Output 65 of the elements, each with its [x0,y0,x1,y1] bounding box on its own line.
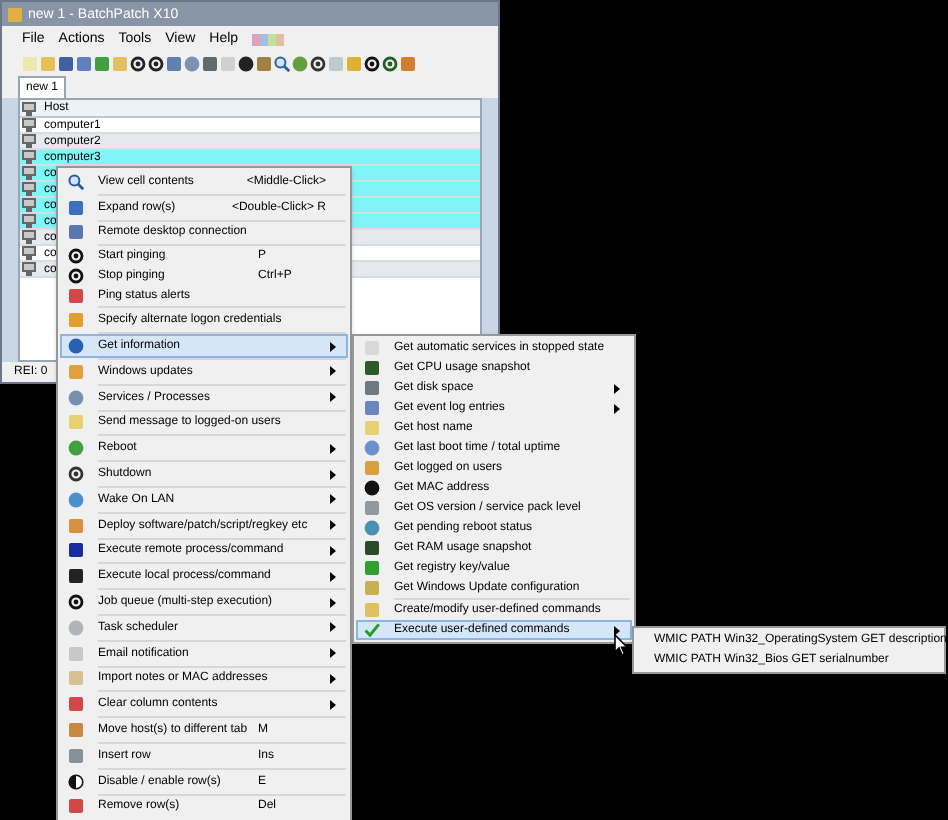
magnifier-icon[interactable] [274,56,290,72]
submenu-arrow-icon [330,622,336,633]
square-icon [364,400,380,416]
submenu-arrow-icon [330,494,336,505]
submenu-arrow-icon [330,545,336,556]
submenu-arrow-icon [330,392,336,403]
square-icon [68,722,84,739]
submenu-arrow-icon [330,571,336,582]
square-icon [68,696,84,713]
square-icon[interactable] [94,56,110,72]
square-icon [68,798,84,815]
square-icon [68,542,84,559]
check-icon [364,622,380,638]
submenu-arrow-icon [330,648,336,659]
submenu-arrow-icon [330,597,336,608]
square-icon [364,380,380,396]
submenu-arrow-icon [330,699,336,710]
circle-icon[interactable] [238,56,254,72]
ring-icon [68,466,84,483]
circle-icon [68,389,84,406]
square-icon [68,670,84,687]
square-icon [364,360,380,376]
square-icon [364,580,380,596]
ring-icon [68,594,84,611]
color-bars-icon [252,33,285,45]
submenu-arrow-icon [330,520,336,531]
square-icon[interactable] [202,56,218,72]
square-icon [68,312,84,329]
circle-icon [364,480,380,496]
submenu-arrow-icon [330,469,336,480]
circle-icon [68,491,84,508]
square-icon [364,340,380,356]
square-icon [68,288,84,305]
submenu-arrow-icon [330,673,336,684]
square-icon[interactable] [166,56,182,72]
half-circle-icon [68,773,84,790]
submenu-arrow-icon [330,366,336,377]
square-icon [364,460,380,476]
magnifier-icon [68,173,84,190]
submenu-arrow-icon [614,625,620,635]
square-icon [364,560,380,576]
square-icon [68,645,84,662]
square-icon [68,224,84,241]
square-icon[interactable] [58,56,74,72]
square-icon[interactable] [76,56,92,72]
app-icon [8,7,22,21]
square-icon [68,747,84,764]
square-icon [68,568,84,585]
circle-icon [68,338,84,355]
ring-icon[interactable] [310,56,326,72]
square-icon [364,420,380,436]
square-icon [68,199,84,216]
submenu-arrow-icon [330,341,336,352]
circle-icon [68,619,84,636]
circle-icon [364,440,380,456]
cursor-icon [614,634,628,656]
submenu-arrow-icon [330,443,336,454]
square-icon [68,363,84,380]
circle-icon [364,520,380,536]
square-icon [364,540,380,556]
square-icon [68,517,84,534]
square-icon [364,500,380,516]
square-icon [364,602,380,618]
square-icon [68,414,84,431]
circle-icon [68,440,84,457]
